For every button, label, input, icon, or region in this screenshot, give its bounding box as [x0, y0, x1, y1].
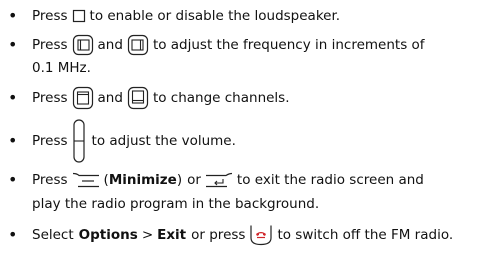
item-text: Press	[32, 133, 68, 149]
item-text: to change channels.	[152, 90, 290, 106]
item-text: to switch off the FM radio.	[277, 227, 454, 243]
item-text-continued: 0.1 MHz.	[32, 60, 91, 76]
item-text: )	[176, 172, 183, 188]
item-text: or	[187, 172, 201, 188]
item-text: and	[97, 37, 123, 53]
end-call-key-icon	[249, 224, 273, 246]
up-nav-key-icon	[72, 86, 94, 110]
item-text-bold: Exit	[157, 227, 187, 243]
item-text: Press	[32, 90, 68, 106]
right-nav-key-icon	[127, 34, 149, 56]
item-text: >	[141, 227, 154, 243]
square-key-icon	[72, 9, 86, 23]
left-nav-key-icon	[72, 34, 94, 56]
down-nav-key-icon	[127, 86, 149, 110]
item-text: to adjust the frequency in increments of	[152, 37, 425, 53]
bullet: •	[8, 225, 18, 244]
item-text: Press	[32, 8, 68, 24]
item-text: and	[97, 90, 123, 106]
item-text: or press	[191, 227, 246, 243]
bullet: •	[8, 131, 18, 150]
item-text-continued: play the radio program in the background…	[32, 196, 320, 212]
item-text: Press	[32, 172, 68, 188]
item-text: to enable or disable the loudspeaker.	[89, 8, 341, 24]
item-text-bold: Options	[78, 227, 138, 243]
bullet: •	[8, 35, 18, 54]
left-softkey-icon	[72, 172, 100, 188]
item-text: to adjust the volume.	[91, 133, 236, 149]
bullet: •	[8, 88, 18, 107]
bullet: •	[8, 170, 18, 189]
item-text-bold: Minimize	[108, 172, 177, 188]
back-key-icon	[205, 172, 233, 188]
bullet: •	[8, 6, 18, 25]
item-text: to exit the radio screen and	[236, 172, 424, 188]
item-text: Select	[32, 227, 74, 243]
volume-key-icon	[72, 119, 86, 163]
item-text: Press	[32, 37, 68, 53]
